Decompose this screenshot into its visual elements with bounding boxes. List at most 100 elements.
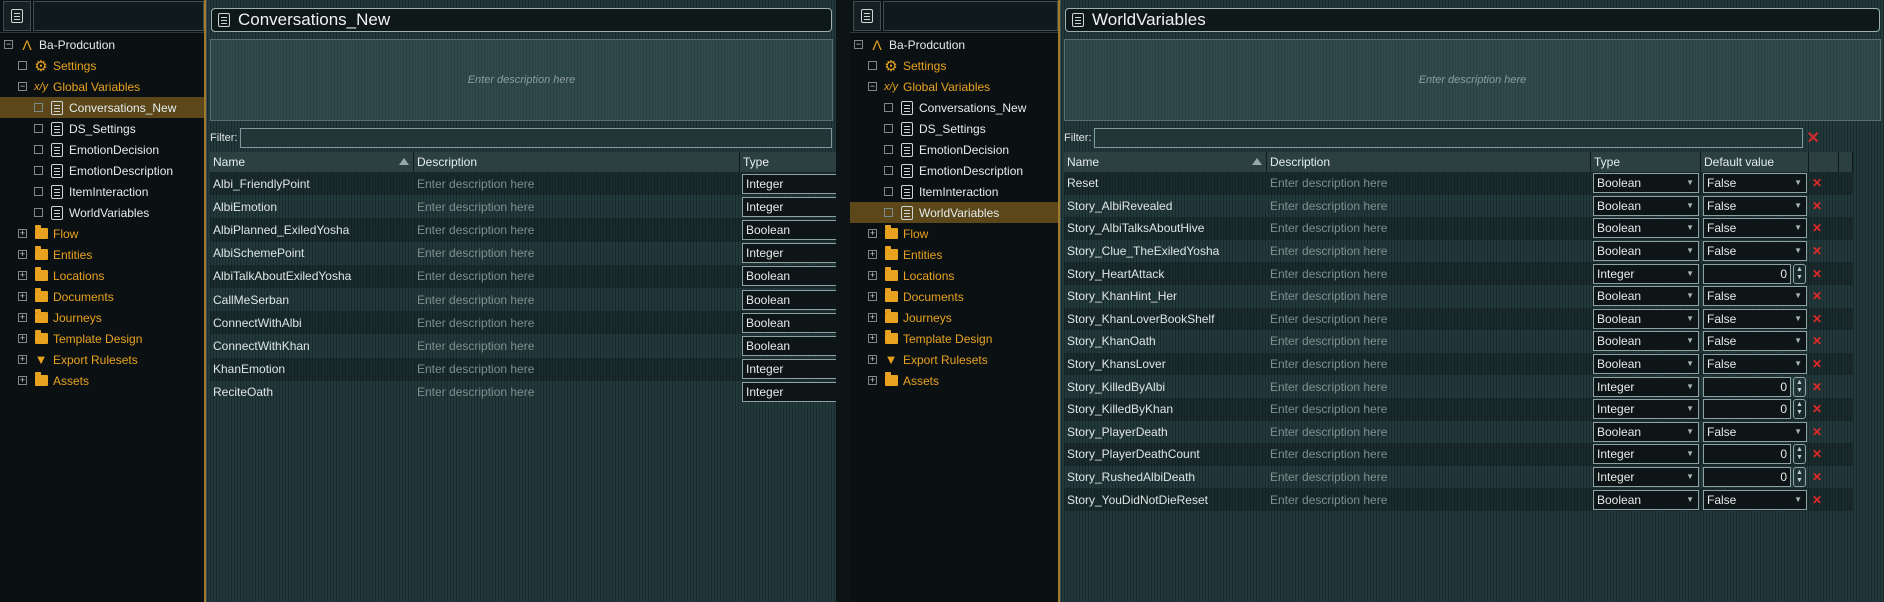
variable-name[interactable]: Story_RushedAlbiDeath <box>1064 470 1267 484</box>
default-value-dropdown[interactable]: False ▼ <box>1703 195 1807 216</box>
variable-name[interactable]: Story_KilledByKhan <box>1064 402 1267 416</box>
table-row[interactable]: AlbiPlanned_ExiledYosha Enter description… <box>210 218 838 242</box>
default-value-number[interactable]: 0 <box>1703 263 1791 284</box>
delete-variable-icon[interactable]: ✕ <box>1809 267 1839 281</box>
tree-item-emotiondecision[interactable]: EmotionDecision <box>850 139 1058 160</box>
type-dropdown[interactable]: Boolean <box>742 266 836 287</box>
variable-name[interactable]: Story_KhanLoverBookShelf <box>1064 312 1267 326</box>
type-dropdown[interactable]: Boolean ▼ <box>1593 331 1699 352</box>
variable-description[interactable]: Enter description here <box>414 293 740 307</box>
tree-item-settings[interactable]: ⚙ Settings <box>0 55 204 76</box>
variable-name[interactable]: ConnectWithAlbi <box>210 316 414 330</box>
table-row[interactable]: KhanEmotion Enter description here Integer <box>210 357 838 381</box>
table-row[interactable]: CallMeSerban Enter description here Boolea… <box>210 288 838 311</box>
checkbox-icon[interactable] <box>884 145 893 154</box>
spinner-icon[interactable]: ▲ ▼ <box>1793 444 1806 465</box>
variable-description[interactable]: Enter description here <box>1267 267 1591 281</box>
expand-icon[interactable]: + <box>18 292 27 301</box>
tree-item-conversations-new[interactable]: Conversations_New <box>0 97 204 118</box>
variable-description[interactable]: Enter description here <box>1267 199 1591 213</box>
tree-item-emotiondecision[interactable]: EmotionDecision <box>0 139 204 160</box>
delete-variable-icon[interactable]: ✕ <box>1809 289 1839 303</box>
table-row[interactable]: Story_HeartAttack Enter description here I… <box>1064 262 1853 285</box>
variable-name[interactable]: Story_KhanOath <box>1064 334 1267 348</box>
type-dropdown[interactable]: Integer <box>742 196 836 217</box>
delete-variable-icon[interactable]: ✕ <box>1809 447 1839 461</box>
tree-item-locations[interactable]: + Locations <box>850 265 1058 286</box>
column-header-description[interactable]: Description <box>414 152 740 172</box>
delete-variable-icon[interactable]: ✕ <box>1809 312 1839 326</box>
variable-name[interactable]: Story_PlayerDeath <box>1064 425 1267 439</box>
tree-item-entities[interactable]: + Entities <box>0 244 204 265</box>
table-row[interactable]: ReciteOath Enter description here Integer <box>210 381 838 404</box>
delete-variable-icon[interactable]: ✕ <box>1809 176 1839 190</box>
type-dropdown[interactable]: Boolean ▼ <box>1593 286 1699 307</box>
variable-description[interactable]: Enter description here <box>414 200 740 214</box>
table-row[interactable]: Story_KilledByKhan Enter description here… <box>1064 397 1853 421</box>
tree-item-journeys[interactable]: + Journeys <box>0 307 204 328</box>
checkbox-icon[interactable] <box>34 145 43 154</box>
checkbox-icon[interactable] <box>34 208 43 217</box>
variable-description[interactable]: Enter description here <box>414 362 740 376</box>
filter-input[interactable] <box>239 128 832 148</box>
table-row[interactable]: AlbiSchemePoint Enter description here Int… <box>210 242 838 265</box>
tree-item-template-design[interactable]: + Template Design <box>850 328 1058 349</box>
expand-icon[interactable]: + <box>18 313 27 322</box>
tree-menu-button[interactable] <box>853 1 881 31</box>
type-dropdown[interactable]: Integer <box>742 243 836 264</box>
table-row[interactable]: Story_YouDidNotDieReset Enter description… <box>1064 488 1853 511</box>
table-row[interactable]: AlbiTalkAboutExiledYosha Enter descriptio… <box>210 264 838 288</box>
expand-icon[interactable]: + <box>18 229 27 238</box>
checkbox-icon[interactable] <box>34 166 43 175</box>
table-row[interactable]: ConnectWithKhan Enter description here Boo… <box>210 334 838 357</box>
variable-name[interactable]: Story_KilledByAlbi <box>1064 380 1267 394</box>
variable-description[interactable]: Enter description here <box>414 246 740 260</box>
tree-item-template-design[interactable]: + Template Design <box>0 328 204 349</box>
variable-name[interactable]: Reset <box>1064 176 1267 190</box>
variable-name[interactable]: Story_AlbiRevealed <box>1064 199 1267 213</box>
type-dropdown[interactable]: Boolean <box>742 312 836 333</box>
default-value-number[interactable]: 0 <box>1703 399 1791 420</box>
default-value-dropdown[interactable]: False ▼ <box>1703 354 1807 375</box>
variable-description[interactable]: Enter description here <box>1267 312 1591 326</box>
checkbox-icon[interactable] <box>884 124 893 133</box>
tree-item-iteminteraction[interactable]: ItemInteraction <box>850 181 1058 202</box>
tree-menu-button[interactable] <box>3 1 31 31</box>
delete-variable-icon[interactable]: ✕ <box>1809 334 1839 348</box>
collapse-icon[interactable]: − <box>4 40 13 49</box>
variable-description[interactable]: Enter description here <box>1267 402 1591 416</box>
delete-variable-icon[interactable]: ✕ <box>1809 425 1839 439</box>
variable-description[interactable]: Enter description here <box>414 223 740 237</box>
default-value-number[interactable]: 0 <box>1703 467 1791 488</box>
expand-icon[interactable]: + <box>868 271 877 280</box>
description-field[interactable]: Enter description here <box>1064 39 1881 121</box>
tree-item-export-rulesets[interactable]: + ▼ Export Rulesets <box>850 349 1058 370</box>
expand-icon[interactable]: + <box>18 376 27 385</box>
variable-name[interactable]: Story_KhansLover <box>1064 357 1267 371</box>
tree-root[interactable]: − Λ Ba-Prodcution <box>0 34 204 55</box>
filter-input[interactable] <box>1093 128 1803 148</box>
expand-icon[interactable]: + <box>18 355 27 364</box>
default-value-dropdown[interactable]: False ▼ <box>1703 286 1807 307</box>
delete-variable-icon[interactable]: ✕ <box>1809 470 1839 484</box>
tree-item-assets[interactable]: + Assets <box>850 370 1058 391</box>
type-dropdown[interactable]: Boolean <box>742 289 836 310</box>
default-value-number[interactable]: 0 <box>1703 376 1791 397</box>
delete-variable-icon[interactable]: ✕ <box>1809 221 1839 235</box>
tree-item-conversations-new[interactable]: Conversations_New <box>850 97 1058 118</box>
type-dropdown[interactable]: Integer ▼ <box>1593 399 1699 420</box>
variable-name[interactable]: ConnectWithKhan <box>210 339 414 353</box>
default-value-dropdown[interactable]: False ▼ <box>1703 308 1807 329</box>
delete-variable-icon[interactable]: ✕ <box>1809 493 1839 507</box>
column-header-name[interactable]: Name <box>210 152 414 172</box>
tree-item-flow[interactable]: + Flow <box>0 223 204 244</box>
type-dropdown[interactable]: Boolean ▼ <box>1593 354 1699 375</box>
default-value-number[interactable]: 0 <box>1703 444 1791 465</box>
variable-name[interactable]: Story_AlbiTalksAboutHive <box>1064 221 1267 235</box>
variable-name[interactable]: Story_KhanHint_Her <box>1064 289 1267 303</box>
checkbox-icon[interactable] <box>884 187 893 196</box>
variable-description[interactable]: Enter description here <box>414 177 740 191</box>
default-value-dropdown[interactable]: False ▼ <box>1703 241 1807 262</box>
type-dropdown[interactable]: Boolean ▼ <box>1593 173 1699 194</box>
variable-description[interactable]: Enter description here <box>1267 447 1591 461</box>
